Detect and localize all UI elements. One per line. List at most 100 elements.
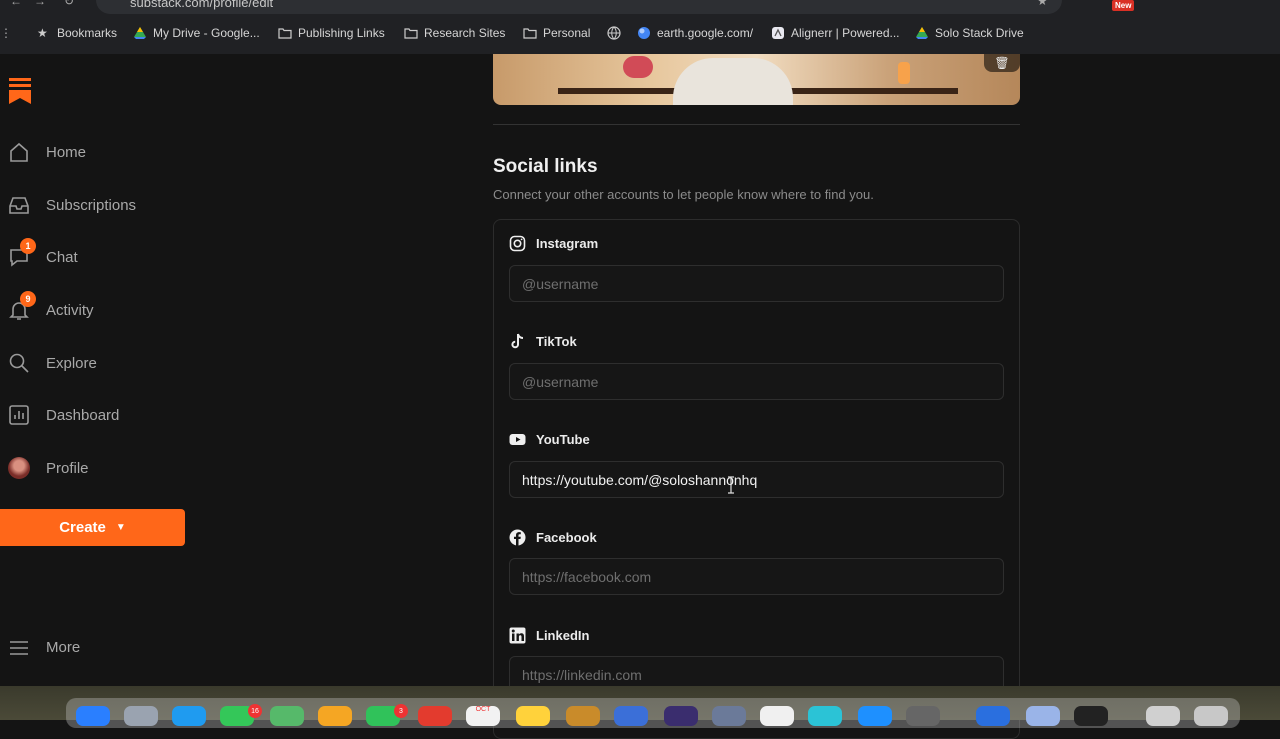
bookmark-label: Personal [543,26,591,40]
more-button[interactable]: More [10,639,80,656]
field-label-text: LinkedIn [536,628,590,643]
app-icon[interactable] [566,706,600,726]
forward-icon[interactable]: → [34,0,46,8]
search-icon [9,353,29,373]
bookmark-label: Publishing Links [298,26,385,40]
bookmark-google-earth[interactable]: earth.google.com/ [637,26,753,40]
bookmarks-bar: ⋮ ★ Bookmarks My Drive - Google... Publi… [0,20,1280,46]
instagram-icon [509,235,526,252]
bookmark-solo-stack-drive[interactable]: Solo Stack Drive [915,26,1024,40]
bookmark-label: Alignerr | Powered... [791,26,900,40]
youtube-input[interactable] [509,461,1004,498]
substack-logo-icon[interactable] [9,78,31,104]
google-drive-icon [916,27,928,39]
field-label-text: Instagram [536,236,599,251]
bookmark-globe[interactable] [607,26,621,40]
downloads-icon[interactable] [1146,706,1180,726]
profile-banner-image: 🗑 [493,54,1020,105]
bookmark-bookmarks[interactable]: ★ Bookmarks [37,26,117,40]
chrome-icon[interactable] [418,706,452,726]
tiktok-label: TikTok [509,333,577,350]
bookmark-research-sites[interactable]: Research Sites [404,26,505,40]
google-earth-icon [638,27,650,39]
launchpad-icon[interactable] [124,706,158,726]
chat-badge: 1 [20,238,36,254]
folder-icon [278,28,292,39]
google-drive-icon [134,27,146,39]
sidebar-item-home[interactable]: Home [8,141,86,163]
globe-icon [607,26,621,40]
create-button-label: Create [59,519,106,536]
activity-badge: 9 [20,291,36,307]
address-bar-text[interactable]: substack.com/profile/edit [130,0,273,10]
bookmark-label: Solo Stack Drive [935,26,1024,40]
bookmark-my-drive[interactable]: My Drive - Google... [133,26,260,40]
facetime-badge: 3 [394,704,408,718]
banner-chair [673,58,793,105]
rocket-icon[interactable] [614,706,648,726]
bookmark-star-icon[interactable]: ★ [1037,0,1048,8]
calendar-icon[interactable]: OCT [466,706,500,726]
text-cursor-icon [728,476,734,494]
field-label-text: TikTok [536,334,577,349]
openai-icon[interactable] [906,706,940,726]
create-button[interactable]: Create ▼ [0,509,185,546]
photos-icon[interactable] [318,706,352,726]
back-icon[interactable]: ← [10,0,22,8]
linkedin-label: LinkedIn [509,627,589,644]
browser-toolbar: substack.com/profile/edit ← → ↻ ★ New ⋮ … [0,0,1280,54]
tiktok-input[interactable] [509,363,1004,400]
sidebar-item-dashboard[interactable]: Dashboard [8,404,119,426]
bookmark-label: Bookmarks [57,26,118,40]
hamburger-icon [10,640,28,655]
sidebar-item-chat[interactable]: 1 Chat [8,238,78,268]
trash-dock-icon[interactable] [1194,706,1228,726]
sidebar-item-label: Chat [46,248,78,266]
section-divider [493,124,1020,125]
bookmark-personal[interactable]: Personal [523,26,590,40]
inbox-icon [9,197,29,214]
safari-icon[interactable] [172,706,206,726]
system-icon[interactable] [712,706,746,726]
avatar [8,457,30,479]
finder-icon[interactable] [76,706,110,726]
notes-icon[interactable] [516,706,550,726]
youtube-icon [509,434,526,445]
sidebar-item-label: Home [46,143,87,161]
sidebar-item-subscriptions[interactable]: Subscriptions [8,194,136,216]
instagram-input[interactable] [509,265,1004,302]
apps-grid-icon[interactable]: ⋮ [0,26,12,40]
sidebar-item-profile[interactable]: Profile [8,457,89,479]
substack-app: Home Subscriptions 1 Chat 9 Activity Exp… [0,54,1280,739]
chart-icon [9,405,29,425]
trash-icon: 🗑 [994,56,1010,70]
bookmark-label: earth.google.com/ [657,26,754,40]
bell-icon-wrap: 9 [8,291,36,321]
facebook-input[interactable] [509,558,1004,595]
sidebar-item-explore[interactable]: Explore [8,352,97,374]
calendar-month: OCT [475,706,491,713]
banner-candle [898,62,910,84]
bookmark-alignerr[interactable]: Alignerr | Powered... [771,26,900,40]
sidebar-item-label: Explore [46,354,97,372]
canva-icon[interactable] [808,706,842,726]
sidebar-item-activity[interactable]: 9 Activity [8,291,94,321]
maps-icon[interactable] [270,706,304,726]
social-links-subtitle: Connect your other accounts to let peopl… [493,187,874,202]
youtube-label: YouTube [509,431,590,448]
bookmark-publishing-links[interactable]: Publishing Links [278,26,385,40]
banner-flowers [623,56,653,78]
delete-banner-button[interactable]: 🗑 [984,54,1020,72]
chat-icon-wrap: 1 [8,238,36,268]
alignerr-icon [772,27,784,39]
appstore-icon[interactable] [858,706,892,726]
imovie-icon[interactable] [664,706,698,726]
zoom-icon[interactable] [976,706,1010,726]
reload-icon[interactable]: ↻ [64,0,74,8]
instagram-label: Instagram [509,235,598,252]
bookmark-label: My Drive - Google... [153,26,260,40]
terminal-icon[interactable] [1074,706,1108,726]
preview-icon[interactable] [1026,706,1060,726]
sidebar-item-label: Subscriptions [46,196,137,214]
notion-icon[interactable] [760,706,794,726]
